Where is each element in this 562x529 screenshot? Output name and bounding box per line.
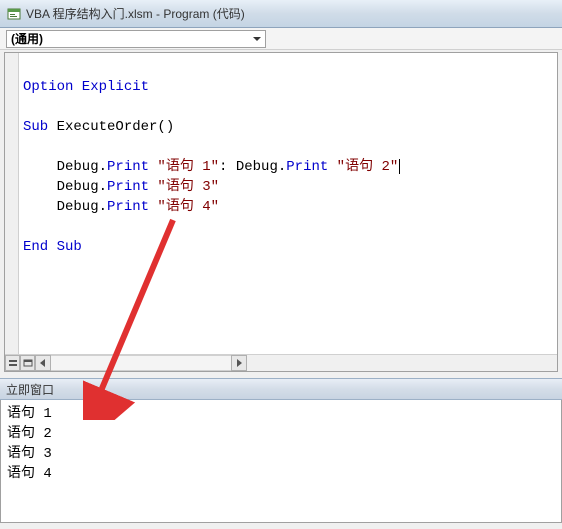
vba-module-icon (6, 6, 22, 22)
code-text: Debug. (23, 179, 107, 195)
code-margin (5, 53, 19, 371)
scroll-right-button[interactable] (231, 355, 247, 371)
code-kw: Print (107, 179, 149, 195)
horizontal-scrollbar[interactable] (5, 354, 557, 371)
scroll-track[interactable] (51, 355, 231, 371)
code-editor[interactable]: Option Explicit Sub ExecuteOrder() Debug… (4, 52, 558, 372)
immediate-window-title: 立即窗口 (6, 381, 54, 398)
code-content: Option Explicit Sub ExecuteOrder() Debug… (23, 57, 553, 277)
titlebar: VBA 程序结构入门.xlsm - Program (代码) (0, 0, 562, 28)
immediate-window[interactable]: 语句 1 语句 2 语句 3 语句 4 (0, 400, 562, 523)
output-line: 语句 1 (7, 406, 52, 422)
code-kw: Option Explicit (23, 79, 149, 95)
code-text: Debug. (23, 199, 107, 215)
code-str: "语句 4" (149, 199, 219, 215)
text-cursor (399, 159, 400, 174)
code-kw: Print (107, 159, 149, 175)
titlebar-text: VBA 程序结构入门.xlsm - Program (代码) (26, 5, 245, 22)
code-text: ExecuteOrder() (48, 119, 174, 135)
view-procedure-button[interactable] (5, 355, 20, 371)
code-kw: End Sub (23, 239, 82, 255)
output-line: 语句 4 (7, 466, 52, 482)
view-full-button[interactable] (20, 355, 35, 371)
code-str: "语句 2" (328, 159, 398, 175)
output-line: 语句 3 (7, 446, 52, 462)
code-str: "语句 3" (149, 179, 219, 195)
code-str: "语句 1" (149, 159, 219, 175)
immediate-window-header[interactable]: 立即窗口 (0, 378, 562, 400)
object-dropdown[interactable]: (通用) (6, 30, 266, 48)
dropdown-value: (通用) (11, 30, 43, 47)
scroll-left-button[interactable] (35, 355, 51, 371)
code-kw: Sub (23, 119, 48, 135)
code-kw: Print (286, 159, 328, 175)
code-text: Debug. (23, 159, 107, 175)
code-kw: Print (107, 199, 149, 215)
code-text: : Debug. (219, 159, 286, 175)
output-line: 语句 2 (7, 426, 52, 442)
dropdown-bar: (通用) (0, 28, 562, 50)
